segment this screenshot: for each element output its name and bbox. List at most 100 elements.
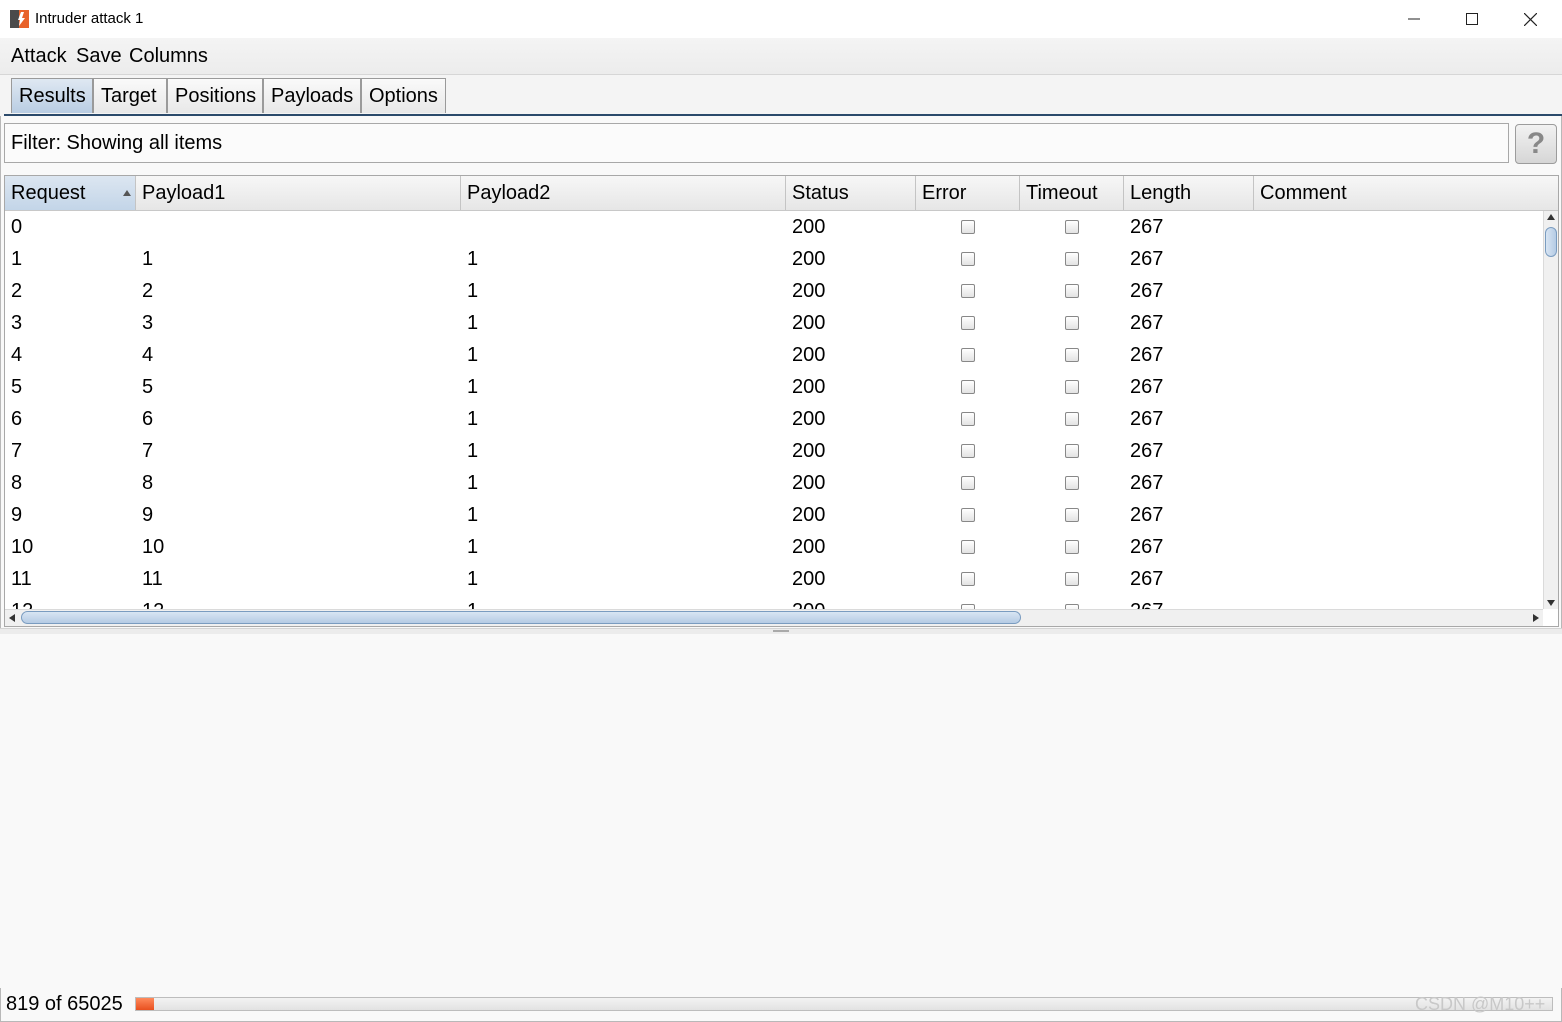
table-row[interactable]: 5 5 1 200 267 bbox=[5, 371, 1543, 403]
cell-payload1: 12 bbox=[136, 595, 467, 609]
table-row[interactable]: 0 200 267 bbox=[5, 211, 1543, 243]
error-checkbox[interactable] bbox=[961, 508, 975, 522]
maximize-button[interactable] bbox=[1443, 0, 1501, 38]
cell-length: 267 bbox=[1130, 312, 1164, 334]
cell-status: 200 bbox=[792, 504, 826, 526]
table-row[interactable]: 8 8 1 200 267 bbox=[5, 467, 1543, 499]
column-header-timeout[interactable]: Timeout bbox=[1020, 176, 1124, 210]
table-row[interactable]: 6 6 1 200 267 bbox=[5, 403, 1543, 435]
column-header-status[interactable]: Status bbox=[786, 176, 916, 210]
error-checkbox[interactable] bbox=[961, 412, 975, 426]
tab-results[interactable]: Results bbox=[11, 78, 93, 113]
timeout-checkbox[interactable] bbox=[1065, 540, 1079, 554]
cell-request: 8 bbox=[11, 472, 23, 494]
help-button[interactable]: ? bbox=[1515, 124, 1557, 164]
close-button[interactable] bbox=[1501, 0, 1559, 38]
horizontal-scroll-thumb[interactable] bbox=[21, 611, 1021, 624]
table-header: Request Payload1 Payload2 Status Error T… bbox=[5, 176, 1558, 211]
cell-payload1: 5 bbox=[142, 376, 154, 398]
attack-progress-bar bbox=[135, 997, 1553, 1011]
tab-options[interactable]: Options bbox=[361, 78, 446, 113]
column-header-comment[interactable]: Comment bbox=[1254, 176, 1558, 210]
horizontal-scrollbar[interactable] bbox=[5, 609, 1543, 626]
error-checkbox[interactable] bbox=[961, 540, 975, 554]
cell-status: 200 bbox=[792, 216, 826, 238]
error-checkbox[interactable] bbox=[961, 220, 975, 234]
filter-bar[interactable]: Filter: Showing all items bbox=[4, 123, 1509, 163]
error-checkbox[interactable] bbox=[961, 444, 975, 458]
vertical-scroll-thumb[interactable] bbox=[1545, 227, 1557, 257]
scroll-down-icon[interactable] bbox=[1547, 600, 1555, 606]
request-detail-pane bbox=[0, 634, 1562, 988]
column-header-payload1[interactable]: Payload1 bbox=[136, 176, 461, 210]
minimize-button[interactable] bbox=[1385, 0, 1443, 38]
maximize-icon bbox=[1466, 13, 1478, 25]
cell-status: 200 bbox=[786, 595, 922, 609]
cell-status: 200 bbox=[792, 408, 826, 430]
cell-payload2 bbox=[461, 211, 792, 243]
timeout-checkbox[interactable] bbox=[1065, 380, 1079, 394]
table-row[interactable]: 12121200267 bbox=[5, 595, 1543, 609]
timeout-checkbox[interactable] bbox=[1065, 316, 1079, 330]
cell-status: 200 bbox=[792, 312, 826, 334]
menu-save[interactable]: Save bbox=[76, 44, 122, 68]
error-checkbox[interactable] bbox=[961, 380, 975, 394]
column-header-length[interactable]: Length bbox=[1124, 176, 1254, 210]
timeout-checkbox[interactable] bbox=[1065, 412, 1079, 426]
cell-length: 267 bbox=[1130, 408, 1164, 430]
cell-comment bbox=[1254, 595, 1543, 609]
cell-payload2: 1 bbox=[467, 536, 479, 558]
error-checkbox[interactable] bbox=[961, 316, 975, 330]
cell-comment bbox=[1254, 307, 1543, 339]
table-row[interactable]: 3 3 1 200 267 bbox=[5, 307, 1543, 339]
cell-payload2: 1 bbox=[467, 568, 479, 590]
error-checkbox[interactable] bbox=[961, 348, 975, 362]
error-checkbox[interactable] bbox=[961, 284, 975, 298]
column-header-payload2[interactable]: Payload2 bbox=[461, 176, 786, 210]
cell-comment bbox=[1254, 563, 1543, 595]
tab-target[interactable]: Target bbox=[93, 78, 167, 113]
cell-payload2: 1 bbox=[467, 504, 479, 526]
column-header-error[interactable]: Error bbox=[916, 176, 1020, 210]
splitter-grip-icon[interactable] bbox=[773, 630, 789, 632]
scroll-up-icon[interactable] bbox=[1547, 214, 1555, 220]
timeout-checkbox[interactable] bbox=[1065, 444, 1079, 458]
tab-positions[interactable]: Positions bbox=[167, 78, 263, 113]
vertical-scrollbar[interactable] bbox=[1543, 211, 1558, 609]
timeout-checkbox[interactable] bbox=[1065, 572, 1079, 586]
timeout-checkbox[interactable] bbox=[1065, 220, 1079, 234]
cell-comment bbox=[1254, 275, 1543, 307]
cell-payload2: 1 bbox=[467, 344, 479, 366]
timeout-checkbox[interactable] bbox=[1065, 508, 1079, 522]
table-row[interactable]: 10 10 1 200 267 bbox=[5, 531, 1543, 563]
menu-attack[interactable]: Attack bbox=[11, 44, 67, 68]
cell-payload1: 3 bbox=[142, 312, 154, 334]
table-row[interactable]: 11 11 1 200 267 bbox=[5, 563, 1543, 595]
scroll-left-icon[interactable] bbox=[9, 614, 15, 622]
tab-payloads[interactable]: Payloads bbox=[263, 78, 361, 113]
timeout-checkbox[interactable] bbox=[1065, 348, 1079, 362]
cell-payload2: 1 bbox=[467, 472, 479, 494]
table-row[interactable]: 2 2 1 200 267 bbox=[5, 275, 1543, 307]
table-row[interactable]: 1 1 1 200 267 bbox=[5, 243, 1543, 275]
timeout-checkbox[interactable] bbox=[1065, 284, 1079, 298]
error-checkbox[interactable] bbox=[961, 252, 975, 266]
minimize-icon bbox=[1408, 13, 1420, 25]
timeout-checkbox[interactable] bbox=[1065, 476, 1079, 490]
cell-status: 200 bbox=[792, 536, 826, 558]
column-header-request[interactable]: Request bbox=[5, 176, 136, 210]
progress-count: 819 of 65025 bbox=[6, 993, 123, 1015]
cell-length: 267 bbox=[1130, 440, 1164, 462]
cell-request: 4 bbox=[11, 344, 23, 366]
column-header-label: Request bbox=[11, 182, 86, 204]
table-row[interactable]: 4 4 1 200 267 bbox=[5, 339, 1543, 371]
menu-columns[interactable]: Columns bbox=[129, 44, 208, 68]
cell-status: 200 bbox=[792, 344, 826, 366]
scroll-right-icon[interactable] bbox=[1533, 614, 1539, 622]
timeout-checkbox[interactable] bbox=[1065, 252, 1079, 266]
error-checkbox[interactable] bbox=[961, 476, 975, 490]
cell-payload1: 7 bbox=[142, 440, 154, 462]
error-checkbox[interactable] bbox=[961, 572, 975, 586]
table-row[interactable]: 9 9 1 200 267 bbox=[5, 499, 1543, 531]
table-row[interactable]: 7 7 1 200 267 bbox=[5, 435, 1543, 467]
